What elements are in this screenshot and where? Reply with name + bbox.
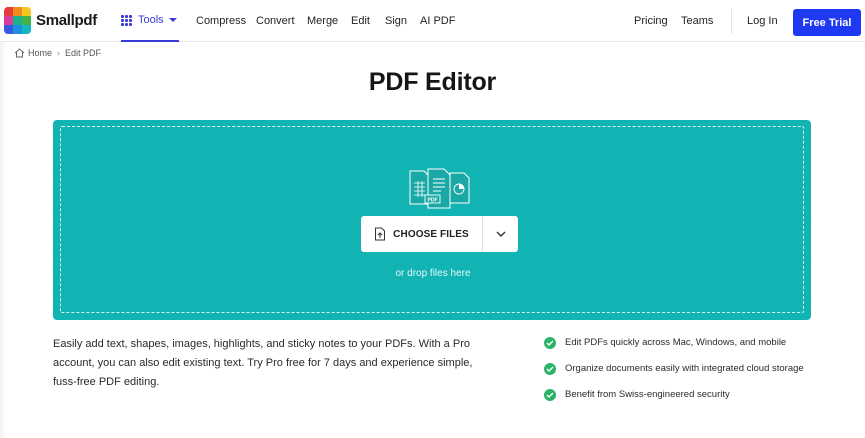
choose-files-label: CHOOSE FILES [393, 228, 469, 240]
nav-merge[interactable]: Merge [307, 0, 338, 42]
feature-item: Benefit from Swiss-engineered security [544, 388, 814, 402]
tools-label: Tools [138, 14, 164, 26]
tools-menu-button[interactable]: Tools [121, 0, 179, 42]
caret-down-icon [168, 18, 177, 22]
tool-description: Easily add text, shapes, images, highlig… [53, 338, 473, 388]
breadcrumb-separator: › [57, 48, 61, 58]
file-dropzone[interactable]: PDF CHOOSE FILES or drop files here [53, 120, 811, 320]
feature-text: Benefit from Swiss-engineered security [565, 389, 730, 400]
nav-convert[interactable]: Convert [256, 0, 295, 42]
top-navigation-bar: Smallpdf Tools Compress Convert Merge Ed… [0, 0, 865, 42]
nav-ai-pdf[interactable]: AI PDF [420, 0, 455, 42]
login-link[interactable]: Log In [747, 0, 778, 42]
page-title: PDF Editor [368, 68, 497, 96]
left-edge-shadow [0, 42, 6, 438]
free-trial-button[interactable]: Free Trial [793, 9, 861, 36]
logo-text: Smallpdf [36, 12, 97, 29]
drop-hint-text: or drop files here [395, 268, 471, 279]
check-circle-icon [544, 363, 556, 375]
apps-grid-icon [121, 14, 132, 26]
nav-compress[interactable]: Compress [196, 0, 246, 42]
home-icon [14, 48, 25, 58]
feature-text: Edit PDFs quickly across Mac, Windows, a… [565, 337, 787, 348]
file-upload-icon [375, 227, 386, 241]
breadcrumb-home[interactable]: Home [28, 48, 52, 58]
choose-files-group: CHOOSE FILES [361, 216, 518, 252]
smallpdf-logo[interactable]: Smallpdf [4, 7, 97, 34]
feature-text: Organize documents easily with integrate… [565, 363, 804, 374]
pdf-badge-text: PDF [428, 198, 438, 204]
upload-options-dropdown[interactable] [483, 216, 518, 252]
nav-pricing[interactable]: Pricing [634, 0, 668, 42]
logo-icon [4, 7, 31, 34]
dropzone-dashed-border: PDF CHOOSE FILES or drop files here [60, 126, 804, 313]
chevron-down-icon [496, 231, 505, 237]
check-circle-icon [544, 337, 556, 349]
feature-item: Edit PDFs quickly across Mac, Windows, a… [544, 336, 814, 350]
feature-item: Organize documents easily with integrate… [544, 362, 814, 376]
breadcrumb: Home › Edit PDF [14, 48, 101, 58]
nav-sign[interactable]: Sign [385, 0, 407, 42]
breadcrumb-current: Edit PDF [65, 48, 102, 58]
check-circle-icon [544, 389, 556, 401]
nav-teams[interactable]: Teams [681, 0, 713, 42]
feature-list: Edit PDFs quickly across Mac, Windows, a… [544, 336, 814, 402]
nav-edit[interactable]: Edit [351, 0, 370, 42]
choose-files-button[interactable]: CHOOSE FILES [361, 216, 482, 252]
nav-divider [731, 9, 732, 34]
files-illustration-icon: PDF [409, 168, 470, 209]
